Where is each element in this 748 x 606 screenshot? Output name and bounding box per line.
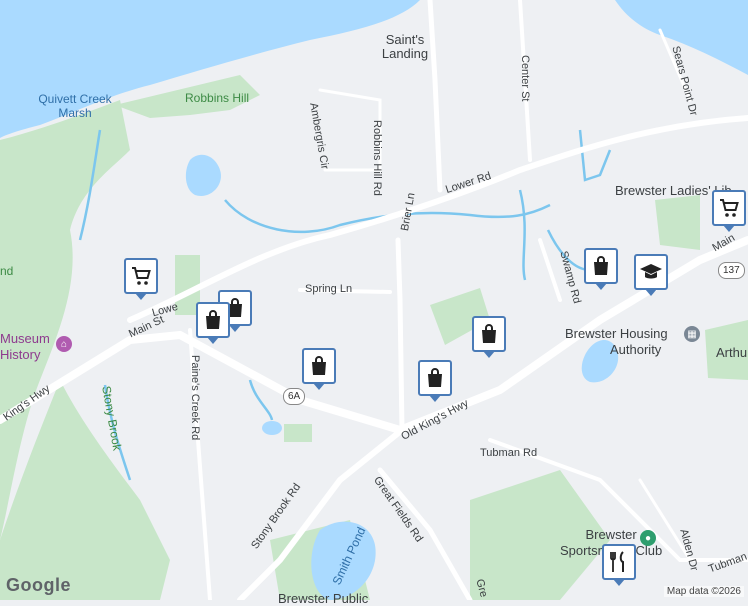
map-canvas[interactable]	[0, 0, 748, 600]
label-nd: nd	[0, 265, 13, 277]
sports-club-icon[interactable]: ●	[640, 530, 656, 546]
label-tubman-rd: Tubman Rd	[480, 448, 537, 459]
label-paines-creek-rd: Paine's Creek Rd	[189, 355, 200, 440]
cart-icon[interactable]	[712, 190, 746, 226]
label-museum-line1: Museum	[0, 331, 50, 347]
label-museum-line2: History	[0, 347, 50, 363]
shopping-bag-icon[interactable]	[418, 360, 452, 396]
label-brewster-housing: Brewster Housing Authority	[565, 326, 668, 357]
graduation-cap-icon[interactable]	[634, 254, 668, 290]
label-arthu: Arthu	[716, 346, 747, 359]
label-saints-landing: Saint's Landing	[375, 33, 435, 62]
restaurant-icon[interactable]	[602, 544, 636, 580]
shopping-bag-icon[interactable]	[584, 248, 618, 284]
label-brewster-public: Brewster Public	[278, 592, 368, 605]
small-park	[284, 424, 312, 442]
shopping-bag-icon[interactable]	[472, 316, 506, 352]
cart-icon[interactable]	[124, 258, 158, 294]
label-spring-ln: Spring Ln	[305, 284, 352, 295]
label-brewster-housing-line2: Authority	[565, 342, 668, 358]
label-robbins-hill-rd: Robbins Hill Rd	[371, 120, 382, 196]
pond-small	[262, 421, 282, 435]
library-park	[655, 195, 700, 250]
label-center-st: Center St	[519, 55, 530, 101]
google-logo: Google	[6, 575, 71, 596]
map-attribution[interactable]: Map data ©2026	[664, 586, 744, 597]
museum-icon[interactable]: ⌂	[56, 336, 72, 352]
route-6a-shield: 6A	[283, 388, 305, 405]
label-museum: Museum History	[0, 331, 50, 362]
label-robbins-hill: Robbins Hill	[185, 92, 249, 104]
shopping-bag-icon[interactable]	[196, 302, 230, 338]
government-building-icon[interactable]: ▦	[684, 326, 700, 342]
label-quivett-creek-marsh: Quivett Creek Marsh	[35, 92, 115, 121]
route-137-shield: 137	[718, 262, 745, 279]
shopping-bag-icon[interactable]	[302, 348, 336, 384]
label-brewster-housing-line1: Brewster Housing	[565, 326, 668, 342]
